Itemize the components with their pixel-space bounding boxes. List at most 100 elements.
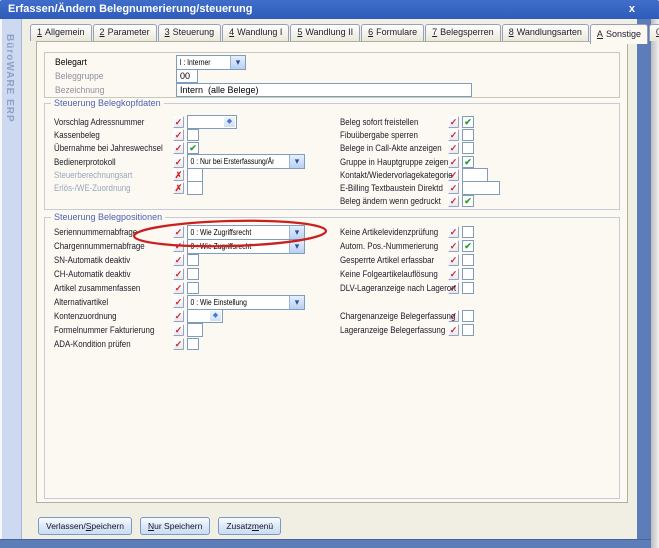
edit-check-icon[interactable]: ✓ — [448, 226, 459, 238]
edit-check-icon[interactable]: ✓ — [173, 338, 184, 350]
edit-check-icon[interactable]: ✓ — [448, 240, 459, 252]
edit-check-icon[interactable]: ✓ — [173, 282, 184, 294]
steuerberechnungsart-input[interactable] — [187, 168, 203, 182]
lookup-icon[interactable]: ◆ — [224, 117, 235, 127]
tab-wandlung-ii[interactable]: 5Wandlung II — [290, 24, 360, 41]
tab-belegsperren[interactable]: 7Belegsperren — [425, 24, 501, 41]
edit-check-icon[interactable]: ✓ — [173, 254, 184, 266]
chargenanzeige-belegerfassung-checkbox[interactable] — [462, 310, 474, 322]
edit-check-icon[interactable]: ✓ — [448, 129, 459, 141]
ada-kondition-pruefen-row: ADA-Kondition prüfen ✓ — [54, 337, 340, 351]
chargennummernabfrage-select[interactable]: 0 : Wie Zugriffsrecht▾ — [187, 239, 305, 254]
tab-sonstige[interactable]: ASonstige — [590, 24, 648, 44]
kontenzuordnung-input[interactable]: ◆ — [187, 309, 223, 323]
ch-automatik-deaktiv-checkbox[interactable] — [187, 268, 199, 280]
chargenanzeige-belegerfassung-row: Chargenanzeige Belegerfassung✓ — [340, 309, 618, 323]
beleg-sofort-freistellen-row: Beleg sofort freistellen✓✔ — [340, 115, 618, 128]
keine-folgeartikelaufloesung-checkbox[interactable] — [462, 268, 474, 280]
button-label: ur Speichern — [154, 521, 202, 531]
beleg-aendern-wenn-gedruckt-checkbox[interactable]: ✔ — [462, 195, 474, 207]
artikel-zusammenfassen-label: Artikel zusammenfassen — [54, 283, 159, 293]
tab-steuerung[interactable]: 3Steuerung — [158, 24, 222, 41]
edit-check-icon[interactable]: ✓ — [173, 324, 184, 336]
lageranzeige-belegerfassung-checkbox[interactable] — [462, 324, 474, 336]
chevron-down-icon[interactable]: ▾ — [289, 240, 304, 253]
tab-parameter[interactable]: 2Parameter — [93, 24, 157, 41]
vorschlag-adressnummer-label: Vorschlag Adressnummer — [54, 117, 159, 127]
keine-artikelevidenzpruefung-checkbox[interactable] — [462, 226, 474, 238]
lookup-icon[interactable]: ◆ — [210, 311, 221, 321]
tab-bar: 1Allgemein2Parameter3Steuerung4Wandlung … — [30, 24, 659, 41]
edit-check-icon[interactable]: ✓ — [173, 116, 184, 128]
bedienerprotokoll-label: Bedienerprotokoll — [54, 157, 159, 167]
belege-in-call-akte-anzeigen-checkbox[interactable] — [462, 142, 474, 154]
tab-label: Wandlungsarten — [517, 27, 582, 37]
nur-speichern-button[interactable]: Nur Speichern — [140, 517, 210, 535]
edit-check-icon[interactable]: ✓ — [448, 195, 459, 207]
verlassen-speichern-button[interactable]: Verlassen/Speichern — [38, 517, 132, 535]
tab-wandlung-i[interactable]: 4Wandlung I — [222, 24, 289, 41]
fibuuebergabe-sperren-checkbox[interactable] — [462, 129, 474, 141]
tab-wandlungsarten[interactable]: 8Wandlungsarten — [502, 24, 589, 41]
chevron-down-icon[interactable]: ▾ — [289, 155, 304, 168]
ch-automatik-deaktiv-row: CH-Automatik deaktiv✓ — [54, 267, 340, 281]
chevron-down-icon[interactable]: ▾ — [230, 56, 245, 69]
gruppe-in-hauptgruppe-zeigen-checkbox[interactable]: ✔ — [462, 156, 474, 168]
window-shadow — [651, 19, 659, 548]
kontenzuordnung-row: Kontenzuordnung✓◆ — [54, 309, 340, 323]
kontakt-wiedervorlagekategorie-input[interactable] — [462, 168, 488, 182]
formelnummer-fakturierung-input[interactable] — [187, 323, 203, 337]
gesperrte-artikel-erfassbar-checkbox[interactable] — [462, 254, 474, 266]
edit-check-icon[interactable]: ✓ — [448, 268, 459, 280]
belegart-label: Belegart — [55, 57, 170, 67]
edit-cross-icon[interactable]: ✗ — [173, 169, 184, 181]
edit-check-icon[interactable]: ✓ — [448, 142, 459, 154]
edit-check-icon[interactable]: ✓ — [448, 324, 459, 336]
kassenbeleg-checkbox[interactable] — [187, 129, 199, 141]
edit-check-icon[interactable]: ✓ — [448, 254, 459, 266]
tab-wfl-tb[interactable]: 0WFL/TB — [649, 24, 659, 41]
seriennummernabfrage-select[interactable]: 0 : Wie Zugriffsrecht▾ — [187, 225, 305, 240]
dlv-lageranzeige-nach-lagerort-label: DLV-Lageranzeige nach Lagerort — [340, 283, 435, 293]
erloes-we-zuordnung-input[interactable] — [187, 181, 203, 195]
beleg-sofort-freistellen-checkbox[interactable]: ✔ — [462, 116, 474, 128]
beleg-aendern-wenn-gedruckt-label: Beleg ändern wenn gedruckt — [340, 196, 435, 206]
uebernahme-bei-jahreswechsel-checkbox[interactable]: ✔ — [187, 142, 199, 154]
button-label: Verlassen/ — [46, 521, 86, 531]
edit-check-icon[interactable]: ✓ — [173, 268, 184, 280]
window-frame-right — [637, 19, 651, 548]
edit-check-icon[interactable]: ✓ — [173, 310, 184, 322]
ada-kondition-pruefen-label: ADA-Kondition prüfen — [54, 339, 159, 349]
edit-check-icon[interactable]: ✓ — [173, 240, 184, 252]
sn-automatik-deaktiv-checkbox[interactable] — [187, 254, 199, 266]
ada-kondition-pruefen-checkbox[interactable] — [187, 338, 199, 350]
edit-check-icon[interactable]: ✓ — [173, 142, 184, 154]
beleggruppe-input[interactable]: 00 — [176, 69, 198, 83]
autom-pos-nummerierung-checkbox[interactable]: ✔ — [462, 240, 474, 252]
zusatzmenu-button[interactable]: Zusatzmenü — [218, 517, 281, 535]
chevron-down-icon[interactable]: ▾ — [289, 296, 304, 309]
bedienerprotokoll-select[interactable]: 0 : Nur bei Ersterfassung/Änderung▾ — [187, 154, 305, 169]
close-icon[interactable]: x — [629, 0, 635, 18]
chevron-down-icon[interactable]: ▾ — [289, 226, 304, 239]
edit-check-icon[interactable]: ✓ — [173, 129, 184, 141]
alternativartikel-select[interactable]: 0 : Wie Einstellung▾ — [187, 295, 305, 310]
edit-cross-icon[interactable]: ✗ — [173, 182, 184, 194]
belegart-row: Belegart I : Interner▾ — [55, 55, 619, 69]
tab-formulare[interactable]: 6Formulare — [361, 24, 424, 41]
edit-check-icon[interactable]: ✓ — [448, 116, 459, 128]
edit-check-icon[interactable]: ✓ — [173, 156, 184, 168]
tab-accelerator: 1 — [37, 27, 42, 37]
bezeichnung-input[interactable]: Intern (alle Belege) — [176, 83, 472, 97]
sn-automatik-deaktiv-row: SN-Automatik deaktiv✓ — [54, 253, 340, 267]
e-billing-textbaustein-direktd-input[interactable] — [462, 181, 500, 195]
vorschlag-adressnummer-input[interactable]: ◆ — [187, 115, 237, 129]
edit-check-icon[interactable]: ✓ — [173, 226, 184, 238]
dlv-lageranzeige-nach-lagerort-checkbox[interactable] — [462, 282, 474, 294]
edit-check-icon[interactable]: ✓ — [173, 296, 184, 308]
artikel-zusammenfassen-checkbox[interactable] — [187, 282, 199, 294]
edit-check-icon[interactable]: ✓ — [448, 182, 459, 194]
tab-allgemein[interactable]: 1Allgemein — [30, 24, 92, 41]
edit-check-icon[interactable]: ✓ — [448, 156, 459, 168]
belegart-select[interactable]: I : Interner▾ — [176, 55, 246, 70]
